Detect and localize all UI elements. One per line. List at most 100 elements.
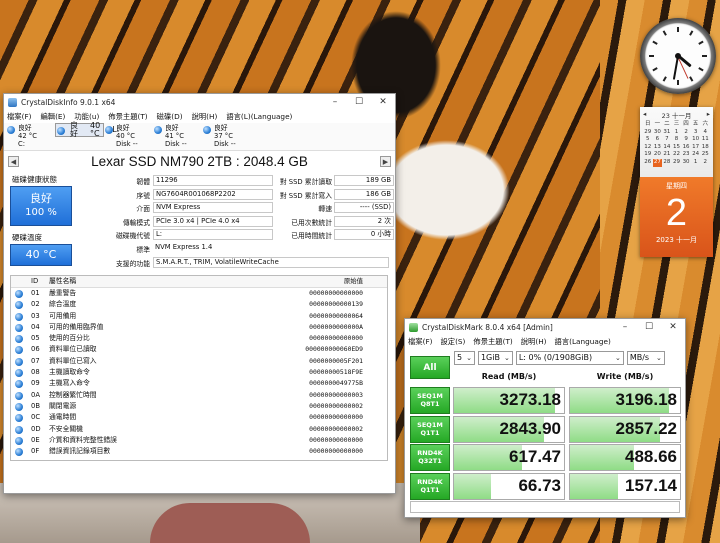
calendar-date[interactable]: 18 (700, 144, 710, 152)
drive-tab[interactable]: 良好 42 °C C: (6, 123, 55, 150)
maximize-icon[interactable]: ☐ (347, 94, 371, 110)
target-drive-select[interactable]: L: 0% (0/1908GiB) ⌄ (515, 350, 624, 365)
calendar-date[interactable]: 14 (662, 144, 672, 152)
smart-row[interactable]: 03 可用備用 00000000000064 (11, 311, 387, 322)
calendar-date[interactable]: 2 (700, 159, 710, 167)
menu-item[interactable]: 功能(u) (74, 112, 99, 122)
calendar-gadget[interactable]: ◂ 23 十一月 ▸ 日一二三四五六 29 30 31 1 2 3 4 5 6 7 8 9 10 11 12 13 1… (640, 107, 713, 257)
smart-col-raw[interactable]: 原始值 (275, 276, 365, 287)
menu-item[interactable]: 設定(S) (440, 337, 465, 347)
menu-item[interactable]: 說明(H) (192, 112, 218, 122)
calendar-date[interactable]: 21 (662, 151, 672, 159)
drive-tab[interactable]: 良好 40 °C Disk -- (104, 123, 153, 150)
calendar-date[interactable]: 26 (643, 159, 653, 167)
calendar-date[interactable]: 22 (672, 151, 682, 159)
cdm-titlebar[interactable]: CrystalDiskMark 8.0.4 x64 [Admin] – ☐ ✕ (405, 319, 685, 335)
test-size-select[interactable]: 1GiB ⌄ (477, 350, 513, 365)
calendar-date[interactable]: 10 (691, 136, 701, 144)
maximize-icon[interactable]: ☐ (637, 319, 661, 335)
minimize-icon[interactable]: – (613, 319, 637, 335)
calendar-date[interactable]: 1 (691, 159, 701, 167)
smart-row[interactable]: 06 資料單位已讀取 000000000060ED9 (11, 344, 387, 355)
run-all-button[interactable]: All (410, 356, 450, 379)
clock-gadget[interactable] (640, 18, 716, 94)
menu-item[interactable]: 說明(H) (521, 337, 547, 347)
calendar-date[interactable]: 15 (672, 144, 682, 152)
menu-item[interactable]: 語言(Language) (555, 337, 611, 347)
smart-row[interactable]: 08 主機讀取命令 00000000518F9E (11, 367, 387, 378)
calendar-date[interactable]: 30 (681, 159, 691, 167)
calendar-date[interactable]: 9 (681, 136, 691, 144)
smart-row[interactable]: 0C 通電時間 00000000000000 (11, 412, 387, 423)
smart-row[interactable]: 04 可用的備用臨界值 0000000000000A (11, 322, 387, 333)
minimize-icon[interactable]: – (323, 94, 347, 110)
chevron-down-icon: ⌄ (655, 353, 662, 362)
menu-item[interactable]: 編輯(E) (40, 112, 65, 122)
menu-item[interactable]: 磁碟(D) (157, 112, 183, 122)
calendar-date[interactable]: 16 (681, 144, 691, 152)
next-disk-button[interactable]: ▶ (379, 156, 391, 167)
calendar-date[interactable]: 27 (652, 158, 663, 167)
calendar-date[interactable]: 1 (672, 129, 682, 137)
test-button[interactable]: SEQ1M Q1T1 (410, 415, 450, 443)
smart-row[interactable]: 0E 介質和資料完整性錯誤 00000000000000 (11, 435, 387, 446)
test-count-select[interactable]: 5 ⌄ (454, 350, 475, 365)
smart-name: 主機讀取命令 (49, 368, 90, 377)
smart-row[interactable]: 07 資料單位已寫入 0000000005F201 (11, 356, 387, 367)
test-button[interactable]: SEQ1M Q8T1 (410, 387, 450, 414)
close-icon[interactable]: ✕ (371, 94, 395, 110)
calendar-date[interactable]: 20 (653, 151, 663, 159)
calendar-date[interactable]: 25 (700, 151, 710, 159)
prev-disk-button[interactable]: ◀ (8, 156, 19, 167)
cdi-titlebar[interactable]: CrystalDiskInfo 9.0.1 x64 – ☐ ✕ (4, 94, 395, 110)
smart-row[interactable]: 0F 錯誤資訊記錄項目數 00000000000000 (11, 446, 387, 457)
calendar-date[interactable]: 29 (643, 129, 653, 137)
menu-item[interactable]: 檔案(F) (7, 112, 31, 122)
calendar-date[interactable]: 11 (700, 136, 710, 144)
test-button[interactable]: RND4K Q32T1 (410, 444, 450, 471)
calendar-date[interactable]: 3 (691, 129, 701, 137)
calendar-date[interactable]: 30 (653, 129, 663, 137)
calendar-date[interactable]: 19 (643, 151, 653, 159)
calendar-date[interactable]: 28 (662, 159, 672, 167)
calendar-date[interactable]: 6 (653, 136, 663, 144)
test-button[interactable]: RND4K Q1T1 (410, 472, 450, 500)
health-status-button[interactable]: 良好 100 % (10, 186, 72, 226)
calendar-date[interactable]: 5 (643, 136, 653, 144)
comment-field[interactable] (410, 501, 680, 513)
calendar-date[interactable]: 31 (662, 129, 672, 137)
calendar-date[interactable]: 4 (700, 129, 710, 137)
calendar-date[interactable]: 23 (681, 151, 691, 159)
clock-tick (698, 67, 704, 72)
smart-row[interactable]: 02 綜合溫度 00000000000139 (11, 299, 387, 310)
smart-row[interactable]: 09 主機寫入命令 0000000049775B (11, 378, 387, 389)
calendar-next-icon[interactable]: ▸ (707, 110, 710, 119)
drive-tab[interactable]: 良好 40 °C L: (55, 122, 119, 138)
drive-tab[interactable]: 良好 37 °C Disk -- (202, 123, 251, 150)
calendar-date[interactable]: 12 (643, 144, 653, 152)
smart-col-name[interactable]: 屬性名稱 (49, 276, 275, 287)
calendar-date[interactable]: 13 (653, 144, 663, 152)
calendar-prev-icon[interactable]: ◂ (643, 110, 646, 119)
menu-item[interactable]: 檔案(F) (408, 337, 432, 347)
disk-info-panel: 磁碟健康狀態 良好 100 % 硬碟溫度 40 °C 韌體 11296 序號 NG76… (4, 172, 395, 270)
calendar-date[interactable]: 2 (681, 129, 691, 137)
menu-item[interactable]: 佈景主題(T) (473, 337, 512, 347)
smart-row[interactable]: 0D 不安全關機 00000000000002 (11, 424, 387, 435)
smart-row[interactable]: 0B 關閉電源 00000000000002 (11, 401, 387, 412)
smart-row[interactable]: 05 使用的百分比 00000000000000 (11, 333, 387, 344)
calendar-date[interactable]: 7 (662, 136, 672, 144)
drive-tab[interactable]: 良好 41 °C Disk -- (153, 123, 202, 150)
smart-row[interactable]: 01 嚴重警告 00000000000000 (11, 288, 387, 299)
menu-item[interactable]: 佈景主題(T) (108, 112, 147, 122)
smart-col-id[interactable]: ID (31, 276, 49, 287)
calendar-date[interactable]: 8 (672, 136, 682, 144)
menu-item[interactable]: 語言(L)(Language) (226, 112, 292, 122)
unit-select[interactable]: MB/s ⌄ (626, 350, 665, 365)
calendar-date[interactable]: 24 (691, 151, 701, 159)
smart-row[interactable]: 0A 控制器繁忙時間 00000000000003 (11, 390, 387, 401)
calendar-date[interactable]: 17 (691, 144, 701, 152)
calendar-date[interactable]: 29 (672, 159, 682, 167)
temperature-value[interactable]: 40 °C (10, 244, 72, 266)
close-icon[interactable]: ✕ (661, 319, 685, 335)
